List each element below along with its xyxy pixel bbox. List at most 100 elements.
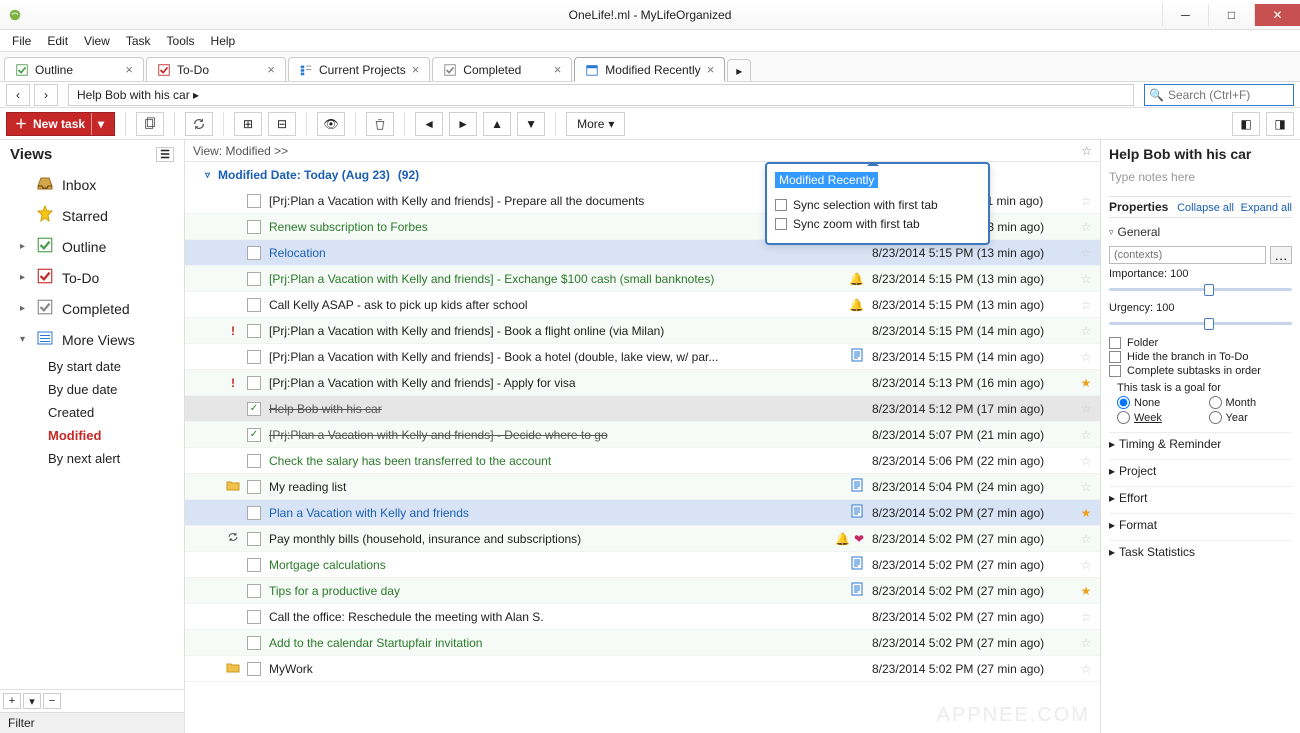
task-title[interactable]: Add to the calendar Startupfair invitati… <box>269 636 816 650</box>
delete-button[interactable] <box>366 112 394 136</box>
importance-slider[interactable] <box>1109 282 1292 296</box>
menu-edit[interactable]: Edit <box>39 32 76 50</box>
subview-by-next-alert[interactable]: By next alert <box>0 447 184 470</box>
goal-none[interactable]: None <box>1117 396 1201 409</box>
notes-field[interactable]: Type notes here <box>1109 166 1292 192</box>
task-checkbox[interactable] <box>247 610 261 624</box>
task-checkbox[interactable] <box>247 220 261 234</box>
task-checkbox[interactable]: ✓ <box>247 402 261 416</box>
task-title[interactable]: My reading list <box>269 480 816 494</box>
star-toggle[interactable]: ★ <box>1076 376 1096 390</box>
tab-current-projects[interactable]: Current Projects× <box>288 57 430 81</box>
task-title[interactable]: Call Kelly ASAP - ask to pick up kids af… <box>269 298 816 312</box>
hide-branch-checkbox[interactable]: Hide the branch in To-Do <box>1109 350 1292 364</box>
move-up-button[interactable]: ▲ <box>483 112 511 136</box>
contexts-browse[interactable]: … <box>1270 246 1292 264</box>
star-toggle[interactable]: ☆ <box>1076 246 1096 260</box>
task-checkbox[interactable] <box>247 246 261 260</box>
task-checkbox[interactable] <box>247 662 261 676</box>
task-row[interactable]: Mortgage calculations 8/23/2014 5:02 PM … <box>185 552 1100 578</box>
task-row[interactable]: ! [Prj:Plan a Vacation with Kelly and fr… <box>185 370 1100 396</box>
close-button[interactable]: ✕ <box>1254 4 1300 26</box>
layout-button-2[interactable]: ◨ <box>1266 112 1294 136</box>
task-checkbox[interactable] <box>247 194 261 208</box>
star-toggle[interactable]: ☆ <box>1076 480 1096 494</box>
task-checkbox[interactable] <box>247 532 261 546</box>
section-effort[interactable]: ▸Effort <box>1109 486 1292 509</box>
star-toggle[interactable]: ☆ <box>1076 402 1096 416</box>
star-toggle[interactable]: ☆ <box>1076 272 1096 286</box>
star-column-icon[interactable]: ☆ <box>1081 144 1092 158</box>
task-title[interactable]: [Prj:Plan a Vacation with Kelly and frie… <box>269 324 816 338</box>
maximize-button[interactable]: □ <box>1208 4 1254 26</box>
task-title[interactable]: Plan a Vacation with Kelly and friends <box>269 506 816 520</box>
task-row[interactable]: Tips for a productive day 8/23/2014 5:02… <box>185 578 1100 604</box>
close-tab-icon[interactable]: × <box>267 62 275 77</box>
show-button[interactable]: 👁 <box>317 112 345 136</box>
task-row[interactable]: MyWork 8/23/2014 5:02 PM (27 min ago) ☆ <box>185 656 1100 682</box>
task-checkbox[interactable] <box>247 558 261 572</box>
task-checkbox[interactable] <box>247 480 261 494</box>
task-checkbox[interactable] <box>247 298 261 312</box>
subview-by-start-date[interactable]: By start date <box>0 355 184 378</box>
move-down-button[interactable]: ▼ <box>517 112 545 136</box>
star-toggle[interactable]: ☆ <box>1076 350 1096 364</box>
expand-all-link[interactable]: Expand all <box>1241 202 1292 214</box>
star-toggle[interactable]: ☆ <box>1076 428 1096 442</box>
task-checkbox[interactable] <box>247 324 261 338</box>
menu-tools[interactable]: Tools <box>159 32 203 50</box>
goal-month[interactable]: Month <box>1209 396 1293 409</box>
task-row[interactable]: Call Kelly ASAP - ask to pick up kids af… <box>185 292 1100 318</box>
folder-checkbox[interactable]: Folder <box>1109 336 1292 350</box>
minimize-button[interactable]: ─ <box>1162 4 1208 26</box>
view-inbox[interactable]: ▸Inbox <box>0 169 184 200</box>
task-title[interactable]: [Prj:Plan a Vacation with Kelly and frie… <box>269 194 816 208</box>
new-tab-button[interactable]: ▸ <box>727 59 751 81</box>
star-toggle[interactable]: ☆ <box>1076 324 1096 338</box>
section-format[interactable]: ▸Format <box>1109 513 1292 536</box>
urgency-slider[interactable] <box>1109 316 1292 330</box>
collapse-all-link[interactable]: Collapse all <box>1177 202 1234 214</box>
star-toggle[interactable]: ☆ <box>1076 558 1096 572</box>
breadcrumb[interactable]: Help Bob with his car ▸ <box>68 84 1134 106</box>
task-title[interactable]: Relocation <box>269 246 816 260</box>
collapse-button[interactable]: ⊟ <box>268 112 296 136</box>
task-checkbox[interactable] <box>247 584 261 598</box>
star-toggle[interactable]: ☆ <box>1076 636 1096 650</box>
task-checkbox[interactable] <box>247 350 261 364</box>
section-project[interactable]: ▸Project <box>1109 459 1292 482</box>
complete-order-checkbox[interactable]: Complete subtasks in order <box>1109 364 1292 378</box>
task-title[interactable]: Pay monthly bills (household, insurance … <box>269 532 816 546</box>
new-task-button[interactable]: ＋ New task ▾ <box>6 112 115 136</box>
menu-help[interactable]: Help <box>203 32 244 50</box>
sync-selection-option[interactable]: Sync selection with first tab <box>775 197 980 213</box>
task-title[interactable]: MyWork <box>269 662 816 676</box>
new-task-dropdown[interactable]: ▾ <box>91 113 110 135</box>
task-row[interactable]: ! [Prj:Plan a Vacation with Kelly and fr… <box>185 318 1100 344</box>
task-row[interactable]: Add to the calendar Startupfair invitati… <box>185 630 1100 656</box>
task-row[interactable]: Check the salary has been transferred to… <box>185 448 1100 474</box>
sync-button[interactable] <box>185 112 213 136</box>
menu-view[interactable]: View <box>76 32 118 50</box>
star-toggle[interactable]: ☆ <box>1076 298 1096 312</box>
tab-modified-recently[interactable]: Modified Recently× <box>574 57 725 81</box>
view-completed[interactable]: ▸Completed <box>0 293 184 324</box>
section-general[interactable]: ▿General <box>1109 222 1292 242</box>
search-input[interactable] <box>1168 88 1289 102</box>
view-more-views[interactable]: ▾More Views <box>0 324 184 355</box>
task-row[interactable]: ✓ [Prj:Plan a Vacation with Kelly and fr… <box>185 422 1100 448</box>
star-toggle[interactable]: ★ <box>1076 584 1096 598</box>
tab-to-do[interactable]: To-Do× <box>146 57 286 81</box>
star-toggle[interactable]: ☆ <box>1076 220 1096 234</box>
task-title[interactable]: Mortgage calculations <box>269 558 816 572</box>
remove-view-button[interactable]: − <box>43 693 61 709</box>
star-toggle[interactable]: ☆ <box>1076 454 1096 468</box>
task-checkbox[interactable] <box>247 272 261 286</box>
task-title[interactable]: [Prj:Plan a Vacation with Kelly and frie… <box>269 428 816 442</box>
more-button[interactable]: More ▾ <box>566 112 625 136</box>
task-title[interactable]: [Prj:Plan a Vacation with Kelly and frie… <box>269 272 816 286</box>
section-timing[interactable]: ▸Timing & Reminder <box>1109 432 1292 455</box>
menu-file[interactable]: File <box>4 32 39 50</box>
star-toggle[interactable]: ☆ <box>1076 194 1096 208</box>
section-stats[interactable]: ▸Task Statistics <box>1109 540 1292 563</box>
